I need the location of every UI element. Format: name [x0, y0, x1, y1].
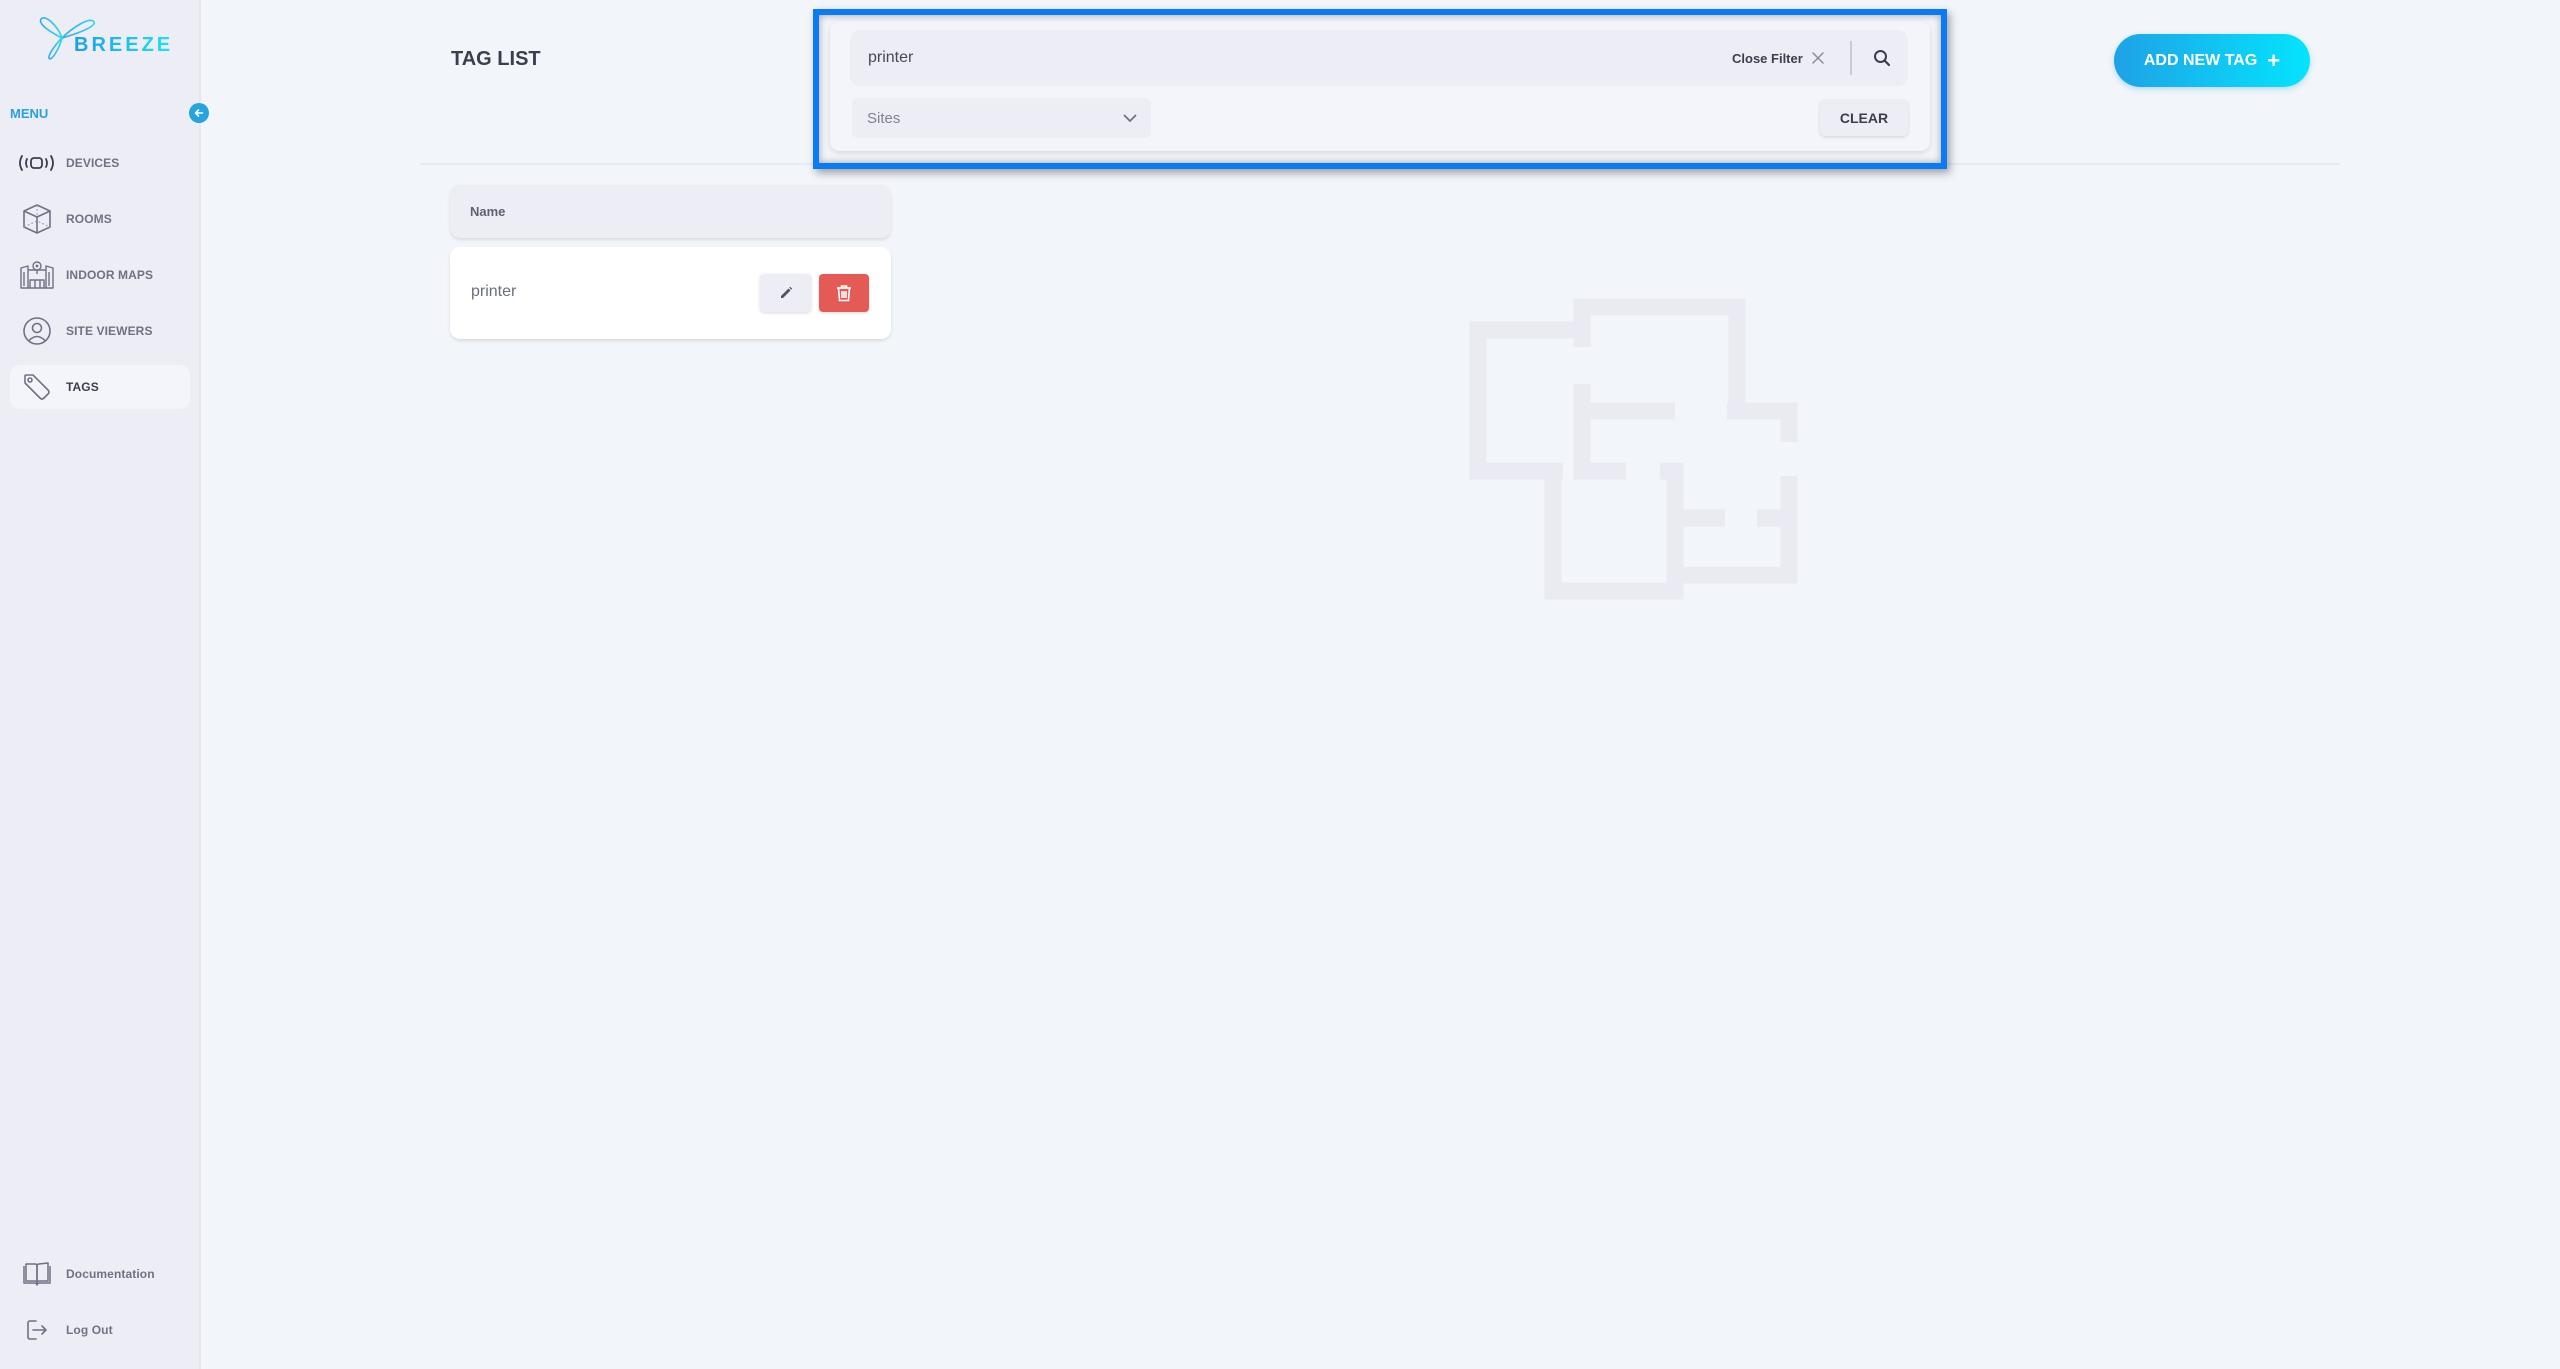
delete-button[interactable]: [819, 274, 869, 312]
tag-name-cell: printer: [471, 283, 517, 300]
sidebar-item-label: DEVICES: [66, 156, 120, 170]
sidebar-item-label: ROOMS: [66, 212, 112, 226]
sidebar-item-log-out[interactable]: Log Out: [10, 1308, 190, 1352]
sites-select[interactable]: Sites: [852, 98, 1151, 138]
sidebar-item-documentation[interactable]: Documentation: [10, 1252, 190, 1296]
sidebar-item-label: SITE VIEWERS: [66, 324, 153, 338]
search-button[interactable]: [1862, 38, 1902, 78]
brand-name: BREEZE: [74, 34, 174, 56]
sidebar-item-tags[interactable]: TAGS: [10, 365, 190, 409]
header-divider: [420, 163, 2340, 165]
close-filter-button[interactable]: Close Filter: [1732, 30, 1825, 86]
close-icon: [1812, 52, 1824, 64]
cube-icon: [10, 197, 64, 241]
floor-plan-illustration: [1469, 298, 1798, 600]
sites-select-value: Sites: [867, 109, 901, 127]
menu-label: MENU: [10, 106, 49, 121]
filter-panel: Close Filter Sites CLEAR: [830, 21, 1930, 151]
sidebar-item-devices[interactable]: DEVICES: [10, 141, 190, 185]
add-new-tag-button[interactable]: ADD NEW TAG +: [2114, 34, 2310, 87]
search-divider: [1850, 41, 1852, 75]
plus-icon: +: [2267, 47, 2281, 73]
table-row: printer: [450, 247, 891, 339]
user-circle-icon: [10, 309, 64, 353]
close-filter-label: Close Filter: [1732, 50, 1803, 66]
collapse-sidebar-button[interactable]: [189, 103, 209, 123]
trash-icon: [837, 285, 851, 302]
sidebar-item-rooms[interactable]: ROOMS: [10, 197, 190, 241]
edit-button[interactable]: [760, 274, 811, 312]
clear-button[interactable]: CLEAR: [1820, 100, 1908, 136]
column-header-name[interactable]: Name: [470, 204, 505, 219]
arrow-left-icon: [194, 109, 204, 117]
sidebar-item-site-viewers[interactable]: SITE VIEWERS: [10, 309, 190, 353]
chevron-down-icon: [1123, 114, 1137, 122]
sidebar-item-label: INDOOR MAPS: [66, 268, 154, 282]
tag-icon: [10, 365, 64, 409]
sidebar-item-label: Log Out: [66, 1323, 113, 1337]
book-icon: [10, 1252, 64, 1296]
pencil-icon: [780, 286, 792, 298]
sidebar: BREEZE MENU DEVICES ROOMS INDOOR MAPS SI…: [0, 0, 209, 1369]
add-new-tag-label: ADD NEW TAG: [2143, 51, 2258, 69]
search-icon: [1874, 50, 1891, 67]
sidebar-item-label: TAGS: [66, 380, 99, 394]
sidebar-item-label: Documentation: [66, 1267, 155, 1281]
search-input[interactable]: [850, 30, 1710, 86]
logout-icon: [10, 1308, 64, 1352]
table-header: Name: [450, 185, 891, 238]
devices-icon: [10, 141, 64, 185]
search-box: Close Filter: [850, 30, 1908, 86]
page-title: TAG LIST: [451, 48, 541, 70]
indoor-map-icon: [10, 253, 64, 297]
brand-logo[interactable]: BREEZE: [36, 14, 170, 64]
sidebar-item-indoor-maps[interactable]: INDOOR MAPS: [10, 253, 190, 297]
